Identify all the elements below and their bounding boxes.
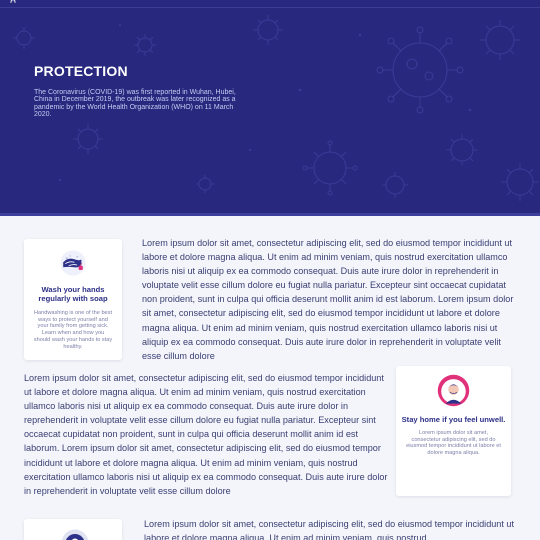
person-icon <box>61 529 89 540</box>
handwashing-card[interactable]: Wash your hands regularly with soap Hand… <box>24 239 122 360</box>
hero-title: PROTECTION <box>34 63 128 79</box>
stay-home-person-icon <box>437 374 470 407</box>
top-navigation-bar <box>0 0 540 8</box>
card-title: Stay home if you feel unwell. <box>401 415 506 424</box>
section-paragraph: Lorem ipsum dolor sit amet, consectetur … <box>24 373 388 496</box>
card-description: Handwashing is one of the best ways to p… <box>33 310 113 350</box>
handwashing-icon <box>60 250 86 276</box>
stay-home-card[interactable]: Stay home if you feel unwell. Lorem ipsu… <box>396 366 511 496</box>
section-paragraph: Lorem ipsum dolor sit amet, consectetur … <box>142 238 514 361</box>
hero-banner: PROTECTION The Coronavirus (COVID-19) wa… <box>0 0 540 216</box>
section-paragraph: Lorem ipsum dolor sit amet, consectetur … <box>144 519 514 540</box>
hero-divider <box>0 213 540 216</box>
logo-icon[interactable] <box>9 0 17 6</box>
card-title: Wash your hands regularly with soap <box>38 285 108 303</box>
hero-description: The Coronavirus (COVID-19) was first rep… <box>34 89 236 118</box>
third-card[interactable] <box>24 519 122 540</box>
card-description: Lorem ipsum dolor sit amet, consectetur … <box>406 430 501 457</box>
